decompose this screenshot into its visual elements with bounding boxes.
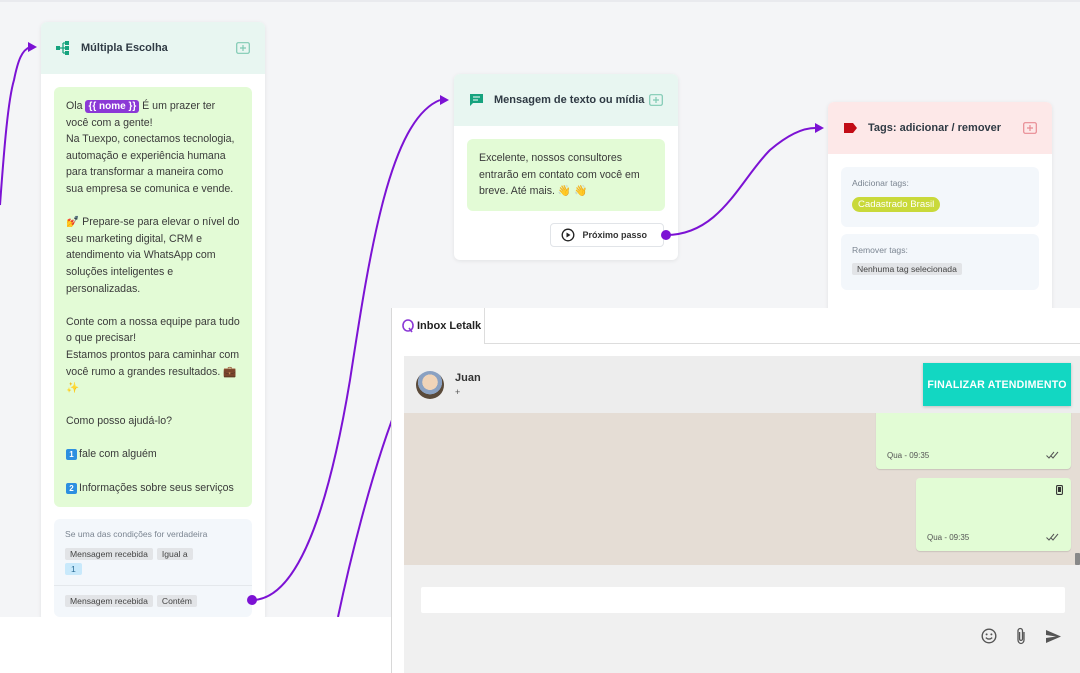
multiple-choice-header: Múltipla Escolha <box>41 22 265 74</box>
conditions-label: Se uma das condições for verdadeira <box>65 529 208 540</box>
send-icon[interactable] <box>1044 627 1062 645</box>
no-tag-chip: Nenhuma tag selecionada <box>852 263 962 275</box>
canvas-bottom-blank <box>0 617 392 673</box>
tags-header: Tags: adicionar / remover <box>828 102 1052 154</box>
double-check-icon <box>1046 451 1059 459</box>
message-bubble[interactable]: Qua - 09:35 <box>876 413 1071 469</box>
condition-field: Mensagem recebida <box>65 595 153 608</box>
branch-icon <box>55 40 71 56</box>
node-title: Mensagem de texto ou mídia <box>494 93 645 106</box>
keycap-1-icon: 1 <box>66 449 77 461</box>
message-paragraph: 💅 Prepare-se para elevar o nível do seu … <box>66 216 240 295</box>
tab-divider <box>485 343 1080 344</box>
message-paragraph: Estamos prontos para caminhar com você r… <box>66 348 240 395</box>
node-title: Múltipla Escolha <box>81 41 168 54</box>
keycap-2-icon: 2 <box>66 482 77 494</box>
add-tags-section: Adicionar tags: Cadastrado Brasil <box>841 167 1039 227</box>
message-input[interactable] <box>421 587 1065 613</box>
condition-field: Mensagem recebida <box>65 548 153 561</box>
variable-chip-nome: {{ nome }} <box>85 100 140 113</box>
node-title: Tags: adicionar / remover <box>868 121 1002 134</box>
message-time: Qua - 09:35 <box>927 533 970 542</box>
chat-window: Juan + FINALIZAR ATENDIMENTO Qua - 09:35… <box>404 356 1080 673</box>
contact-info: Juan + <box>455 372 481 397</box>
conditions-box: Se uma das condições for verdadeira Mens… <box>54 519 252 618</box>
tags-node[interactable]: Tags: adicionar / remover Adicionar tags… <box>828 102 1052 322</box>
next-step-button[interactable]: Próximo passo <box>550 223 664 247</box>
arrowhead <box>28 42 37 52</box>
finish-service-button[interactable]: FINALIZAR ATENDIMENTO <box>923 363 1071 406</box>
arrowhead <box>440 95 449 105</box>
connector-offscreen <box>337 419 393 618</box>
inbox-tab-bar: Inbox Letalk <box>392 308 1080 344</box>
text-message-content: Excelente, nossos consultores entrarão e… <box>467 139 665 211</box>
chat-scrollbar[interactable] <box>1075 553 1080 565</box>
text-message-header: Mensagem de texto ou mídia <box>454 74 678 126</box>
compose-area <box>404 565 1080 673</box>
choice-message: Ola {{ nome }} É um prazer ter você com … <box>54 87 252 508</box>
tab-label: Inbox Letalk <box>417 320 482 332</box>
contact-name: Juan <box>455 372 481 384</box>
tag-icon <box>842 120 858 136</box>
phone-icon <box>1056 485 1063 495</box>
option-1: 1 fale com alguém <box>66 446 240 463</box>
connector-into-multiple-choice <box>0 46 31 206</box>
message-paragraph: Conte com a nossa equipe para tudo o que… <box>66 315 240 345</box>
condition-row-2[interactable]: Mensagem recebida Contém <box>65 595 241 608</box>
text-message-node[interactable]: Mensagem de texto ou mídia Excelente, no… <box>454 74 678 260</box>
play-circle-icon <box>561 228 575 242</box>
avatar[interactable] <box>416 370 444 399</box>
option-1-label: fale com alguém <box>79 448 157 461</box>
chat-message-icon <box>468 92 484 108</box>
add-note-icon[interactable] <box>648 92 664 108</box>
condition-value: 1 <box>65 563 82 576</box>
add-note-icon[interactable] <box>235 40 251 56</box>
contact-phone: + <box>455 387 461 397</box>
connector-text-to-tags <box>665 127 816 236</box>
next-step-label: Próximo passo <box>582 230 647 240</box>
emoji-icon[interactable] <box>980 627 998 645</box>
add-note-icon[interactable] <box>1022 120 1038 136</box>
add-tags-label: Adicionar tags: <box>852 178 909 188</box>
condition-operator: Contém <box>156 595 197 608</box>
letalk-logo-icon <box>402 319 414 333</box>
double-check-icon <box>1046 533 1059 541</box>
compose-actions <box>966 627 1062 645</box>
message-bubble[interactable]: Qua - 09:35 <box>916 478 1071 551</box>
option-2-label: Informações sobre seus serviços <box>79 481 234 494</box>
option-2: 2 Informações sobre seus serviços <box>66 480 240 497</box>
chat-messages: Qua - 09:35 Qua - 09:35 <box>404 413 1080 565</box>
tag-chip: Cadastrado Brasil <box>852 197 941 212</box>
condition-operator: Igual a <box>156 548 193 561</box>
message-paragraph: Na Tuexpo, conectamos tecnologia, automa… <box>66 133 235 195</box>
condition-row-1[interactable]: Mensagem recebida Igual a 1 <box>65 548 241 576</box>
arrowhead <box>815 123 824 133</box>
attachment-icon[interactable] <box>1012 627 1030 645</box>
greeting-text: Ola <box>66 100 86 112</box>
inbox-panel: Inbox Letalk Juan + FINALIZAR ATENDIMENT… <box>391 308 1080 673</box>
remove-tags-section: Remover tags: Nenhuma tag selecionada <box>841 234 1039 290</box>
multiple-choice-node[interactable]: Múltipla Escolha Ola {{ nome }} É um pra… <box>41 22 265 622</box>
canvas-top-border <box>0 0 1080 2</box>
tab-inbox-letalk[interactable]: Inbox Letalk <box>392 308 485 344</box>
message-paragraph: Como posso ajudá-lo? <box>66 415 172 428</box>
remove-tags-label: Remover tags: <box>852 245 908 255</box>
condition-divider <box>54 585 252 587</box>
chat-header: Juan + FINALIZAR ATENDIMENTO <box>404 356 1080 413</box>
message-time: Qua - 09:35 <box>887 451 930 460</box>
